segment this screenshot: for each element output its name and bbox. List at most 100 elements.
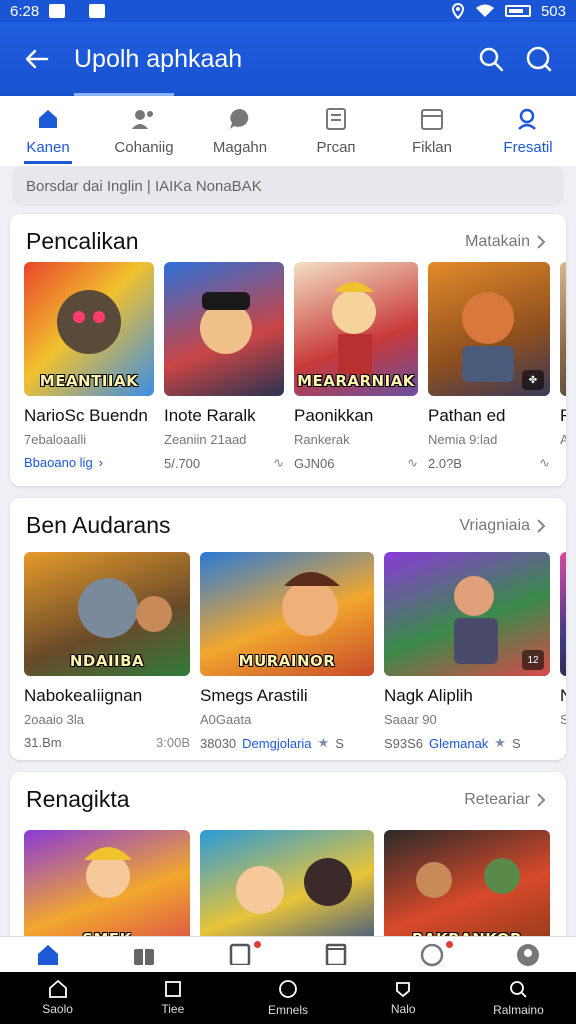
app-card[interactable]: 12 Nagk Aliplih Saaar 90 S93S6 Glemanak ★ S [384, 552, 550, 751]
tab-label: Cohaniig [114, 138, 174, 156]
app-name: NabokeaIiignan [24, 686, 143, 705]
app-card[interactable]: Inote Raralk Zeaniin 21aad 5/.700 ∿ [164, 262, 284, 471]
tab-label: Ргсап [316, 138, 356, 156]
clock: 6:28 [10, 2, 40, 20]
app-card[interactable]: MURAINOR Smegs Arastili A0Gaata 38030 Dem… [200, 552, 374, 751]
game-thumbnail: SMEK [24, 830, 190, 952]
app-name: Nagk Aliplih [384, 686, 473, 705]
app-name: NarioSc Buendn [24, 406, 148, 425]
home-outline-icon [48, 980, 67, 998]
app-card[interactable]: N S [560, 552, 566, 751]
game-art [236, 858, 352, 914]
section-featured: Pencalikan Matakain MEANTIIAK NarioSc Bu… [10, 214, 566, 486]
app-card[interactable]: MEARARNIAK Paonikkan Rankerak GJN06 ∿ [294, 262, 418, 471]
app-card[interactable]: SMEK [24, 830, 190, 952]
sys-back[interactable]: Nalo [346, 972, 461, 1024]
thumbnail-title: NDAIIBA [69, 652, 145, 670]
calendar-icon [421, 108, 443, 130]
nav-home[interactable] [0, 937, 96, 972]
tab-community[interactable]: Cohaniig [96, 96, 192, 166]
nav-library[interactable] [288, 937, 384, 972]
tab-bookmarks[interactable]: Ргсап [288, 96, 384, 166]
app-name: Smegs Arastili [200, 686, 308, 705]
back-button[interactable] [0, 49, 74, 69]
meta-size: S93S6 [384, 735, 424, 751]
tab-label: Magahn [212, 138, 268, 156]
sys-home[interactable]: Saolo [0, 972, 115, 1024]
star-icon: ★ [494, 735, 506, 750]
tab-find[interactable]: Fresatil [480, 96, 576, 166]
chevron-right-icon [537, 792, 546, 807]
meta-value: GJN06 [294, 455, 335, 471]
game-thumbnail: NDAIIBA [24, 552, 190, 676]
home-icon [38, 945, 58, 965]
game-thumbnail: BAKRANKOR [384, 830, 550, 952]
meta-value: 2.0?B [428, 455, 462, 471]
notification-dot [254, 941, 261, 948]
search-icon [510, 981, 528, 998]
sys-label: Nalo [390, 1002, 416, 1016]
app-card[interactable]: MEANTIIAK NarioSc Buendn 7ebaloaalli Bba… [24, 262, 154, 471]
rating: S [335, 735, 344, 751]
app-name: N [560, 686, 566, 706]
nav-tablet[interactable] [192, 937, 288, 972]
sys-recents[interactable]: Tiee [115, 972, 230, 1024]
app-meta: 2.0?B ∿ [428, 455, 550, 471]
app-card[interactable]: NDAIIBA NabokeaIiignan 2oaaio 3la 31.Bm 3… [24, 552, 190, 751]
publisher-badge: ✤ [522, 370, 544, 390]
tab-home[interactable]: Kanen [0, 96, 96, 166]
page-title: Upolh aphkaah [74, 45, 478, 96]
app-meta: 5/.700 ∿ [164, 455, 284, 471]
status-bar: 6:28 503 [0, 0, 576, 22]
battery-level: 503 [540, 2, 566, 20]
app-name: Ra [560, 406, 566, 426]
tab-calendar[interactable]: Fiklan [384, 96, 480, 166]
app-developer: 2oaaio 3la [24, 712, 84, 727]
sys-label: Saolo [42, 1002, 73, 1016]
app-card[interactable] [200, 830, 374, 952]
tab-label: Kanen [26, 138, 70, 156]
sys-label: Ralmaino [493, 1003, 544, 1017]
sys-search[interactable]: Ralmaino [461, 972, 576, 1024]
notification-dot [446, 941, 453, 948]
thumbnail-title: MEANTIIAK [39, 372, 139, 390]
app-card[interactable]: BAKRANKOR [384, 830, 550, 952]
nav-gifts[interactable] [96, 937, 192, 972]
app-meta: 31.Bm 3:00B [24, 735, 190, 750]
category-link[interactable]: Glemanak [429, 736, 488, 751]
mail-icon [89, 4, 106, 18]
tab-messages[interactable]: Magahn [192, 96, 288, 166]
see-more-label: Matakain [465, 232, 530, 250]
trend-icon: ∿ [539, 455, 550, 470]
age-rating-badge: 12 [522, 650, 544, 670]
app-card[interactable]: ✤ Pathan ed Nemia 9:lad 2.0?B ∿ [428, 262, 550, 471]
see-more-link[interactable]: Matakain [465, 233, 546, 251]
sys-assistant[interactable]: Emnels [230, 972, 345, 1024]
chat-icon [230, 108, 249, 129]
meta-value: 5/.700 [164, 455, 201, 471]
see-more-link[interactable]: Reteariar [464, 791, 546, 809]
section-audience: Ben Audarans Vriagniaiа NDAIIBA NabokeaI… [10, 498, 566, 760]
app-meta: GJN06 ∿ [294, 455, 418, 471]
game-thumbnail [560, 262, 566, 396]
app-card[interactable]: Ra Ar [560, 262, 566, 471]
book-icon [325, 943, 347, 965]
nav-explore[interactable] [384, 937, 480, 972]
search-input[interactable]: Borsdar dai Inglin | IAIKa NonaBAK [12, 166, 564, 206]
game-thumbnail: MEANTIIAK [24, 262, 154, 396]
meta-link[interactable]: Bbaoano lig [24, 455, 93, 470]
app-developer: Zeaniin 21aad [164, 432, 247, 447]
search-placeholder: Borsdar dai Inglin | IAIKa NonaBAK [26, 177, 262, 195]
category-link[interactable]: Demgjolaria [242, 736, 311, 751]
section-title: Ben Audarans [26, 512, 171, 538]
circle-icon [279, 980, 297, 998]
system-navigation-bar: Saolo Tiee Emnels Nalo Ralmaino [0, 972, 576, 1024]
home-icon [39, 109, 57, 128]
chat-search-icon[interactable] [526, 46, 552, 72]
sys-label: Tiee [161, 1002, 185, 1016]
nav-profile[interactable] [480, 937, 576, 972]
app-bar: Upolh aphkaah [0, 22, 576, 96]
search-icon[interactable] [478, 46, 504, 72]
see-more-link[interactable]: Vriagniaiа [459, 517, 546, 535]
profile-icon [517, 944, 539, 966]
